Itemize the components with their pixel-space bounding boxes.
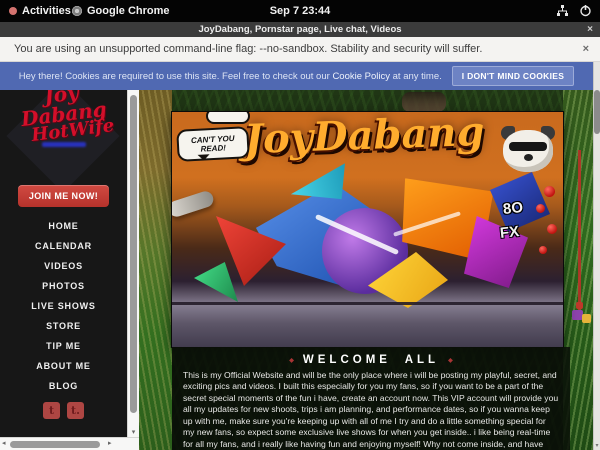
sandbox-warning-bar: You are using an unsupported command-lin… <box>0 37 600 62</box>
page-vertical-scrollbar-thumb[interactable] <box>594 90 600 134</box>
tumblr-icon[interactable]: t. <box>67 402 84 419</box>
sidebar-horizontal-scrollbar-thumb[interactable] <box>10 441 100 448</box>
system-top-bar: Activities Google Chrome Sep 7 23:44 <box>0 0 600 22</box>
bulldog-cartoon <box>499 126 557 176</box>
scroll-left-arrow-icon[interactable]: ◂ <box>2 438 6 450</box>
welcome-heading-row: ◆ WELCOME ALL ◆ <box>183 354 559 366</box>
graffiti-tag: FX <box>499 223 520 242</box>
graffiti-tag: 8O <box>502 199 524 218</box>
sidebar-item-blog[interactable]: BLOG <box>0 376 127 396</box>
sidebar-item-store[interactable]: STORE <box>0 316 127 336</box>
speech-bubble: CAN'T YOU READ! <box>176 126 250 162</box>
window-title-bar: JoyDabang, Pornstar page, Live chat, Vid… <box>0 22 600 37</box>
graffiti-detail <box>172 189 215 218</box>
screen: Activities Google Chrome Sep 7 23:44 Joy… <box>0 0 600 450</box>
welcome-section: ◆ WELCOME ALL ◆ This is my Official Webs… <box>172 347 570 450</box>
join-now-button[interactable]: JOIN ME NOW! <box>18 185 109 207</box>
page-vertical-scrollbar[interactable]: ▾ <box>593 62 600 450</box>
warning-close-icon[interactable]: × <box>583 37 589 61</box>
sidebar-item-tip-me[interactable]: TIP ME <box>0 336 127 356</box>
grass-strip-left <box>138 90 172 450</box>
power-icon[interactable] <box>579 4 592 17</box>
window-close-icon[interactable]: × <box>587 22 593 37</box>
social-links: t t. <box>0 402 127 419</box>
hero-banner-image: JoyDabang CAN'T YOU READ! 8O FX <box>172 112 563 347</box>
logo-sub-link[interactable] <box>42 142 86 147</box>
scroll-right-arrow-icon[interactable]: ▸ <box>108 438 112 450</box>
background-ornament <box>576 302 583 309</box>
sidebar-item-calendar[interactable]: CALENDAR <box>0 236 127 256</box>
cookie-policy-link[interactable]: Cookie Policy <box>332 71 390 82</box>
sidebar-item-home[interactable]: HOME <box>0 216 127 236</box>
cookie-message-pre: Hey there! Cookies are required to use t… <box>19 71 333 82</box>
cookie-notice-bar: Hey there! Cookies are required to use t… <box>0 62 593 90</box>
sidebar-vertical-scrollbar-thumb[interactable] <box>130 95 137 413</box>
red-balloon <box>539 246 547 254</box>
scroll-down-arrow-icon[interactable]: ▾ <box>128 428 139 436</box>
floor-edge <box>172 302 563 305</box>
scroll-down-arrow-icon[interactable]: ▾ <box>594 442 600 449</box>
heading-ornament-icon: ◆ <box>448 357 453 364</box>
cookie-accept-button[interactable]: I DON'T MIND COOKIES <box>452 66 574 86</box>
sidebar-item-videos[interactable]: VIDEOS <box>0 256 127 276</box>
red-balloon <box>544 186 555 197</box>
network-icon[interactable] <box>556 4 569 17</box>
sidebar-vertical-scrollbar[interactable]: ▾ <box>127 90 139 437</box>
graffiti-shape <box>194 262 238 302</box>
sidebar: Joy Dabang HotWife JOIN ME NOW! HOME CAL… <box>0 90 127 437</box>
clock[interactable]: Sep 7 23:44 <box>0 0 600 22</box>
sidebar-item-photos[interactable]: PHOTOS <box>0 276 127 296</box>
sidebar-item-live-shows[interactable]: LIVE SHOWS <box>0 296 127 316</box>
window-title: JoyDabang, Pornstar page, Live chat, Vid… <box>198 24 401 35</box>
web-page: Hey there! Cookies are required to use t… <box>0 62 600 450</box>
cookie-message: Hey there! Cookies are required to use t… <box>19 71 442 82</box>
heading-ornament-icon: ◆ <box>289 357 294 364</box>
welcome-heading: WELCOME ALL <box>303 354 439 366</box>
sidebar-item-about-me[interactable]: ABOUT ME <box>0 356 127 376</box>
warning-message: You are using an unsupported command-lin… <box>14 43 482 55</box>
red-balloon <box>536 204 545 213</box>
welcome-paragraph: This is my Official Website and will be … <box>183 370 559 450</box>
background-ornament <box>582 314 591 323</box>
twitter-icon[interactable]: t <box>43 402 60 419</box>
background-photo-detail <box>402 92 446 112</box>
sidebar-menu: HOME CALENDAR VIDEOS PHOTOS LIVE SHOWS S… <box>0 216 127 396</box>
cookie-message-post: at any time. <box>390 71 442 82</box>
red-balloon <box>547 224 557 234</box>
background-red-stripe <box>578 150 581 310</box>
sidebar-horizontal-scrollbar[interactable]: ◂ ▸ <box>0 437 139 450</box>
hero-title: JoyDabang <box>243 112 485 163</box>
